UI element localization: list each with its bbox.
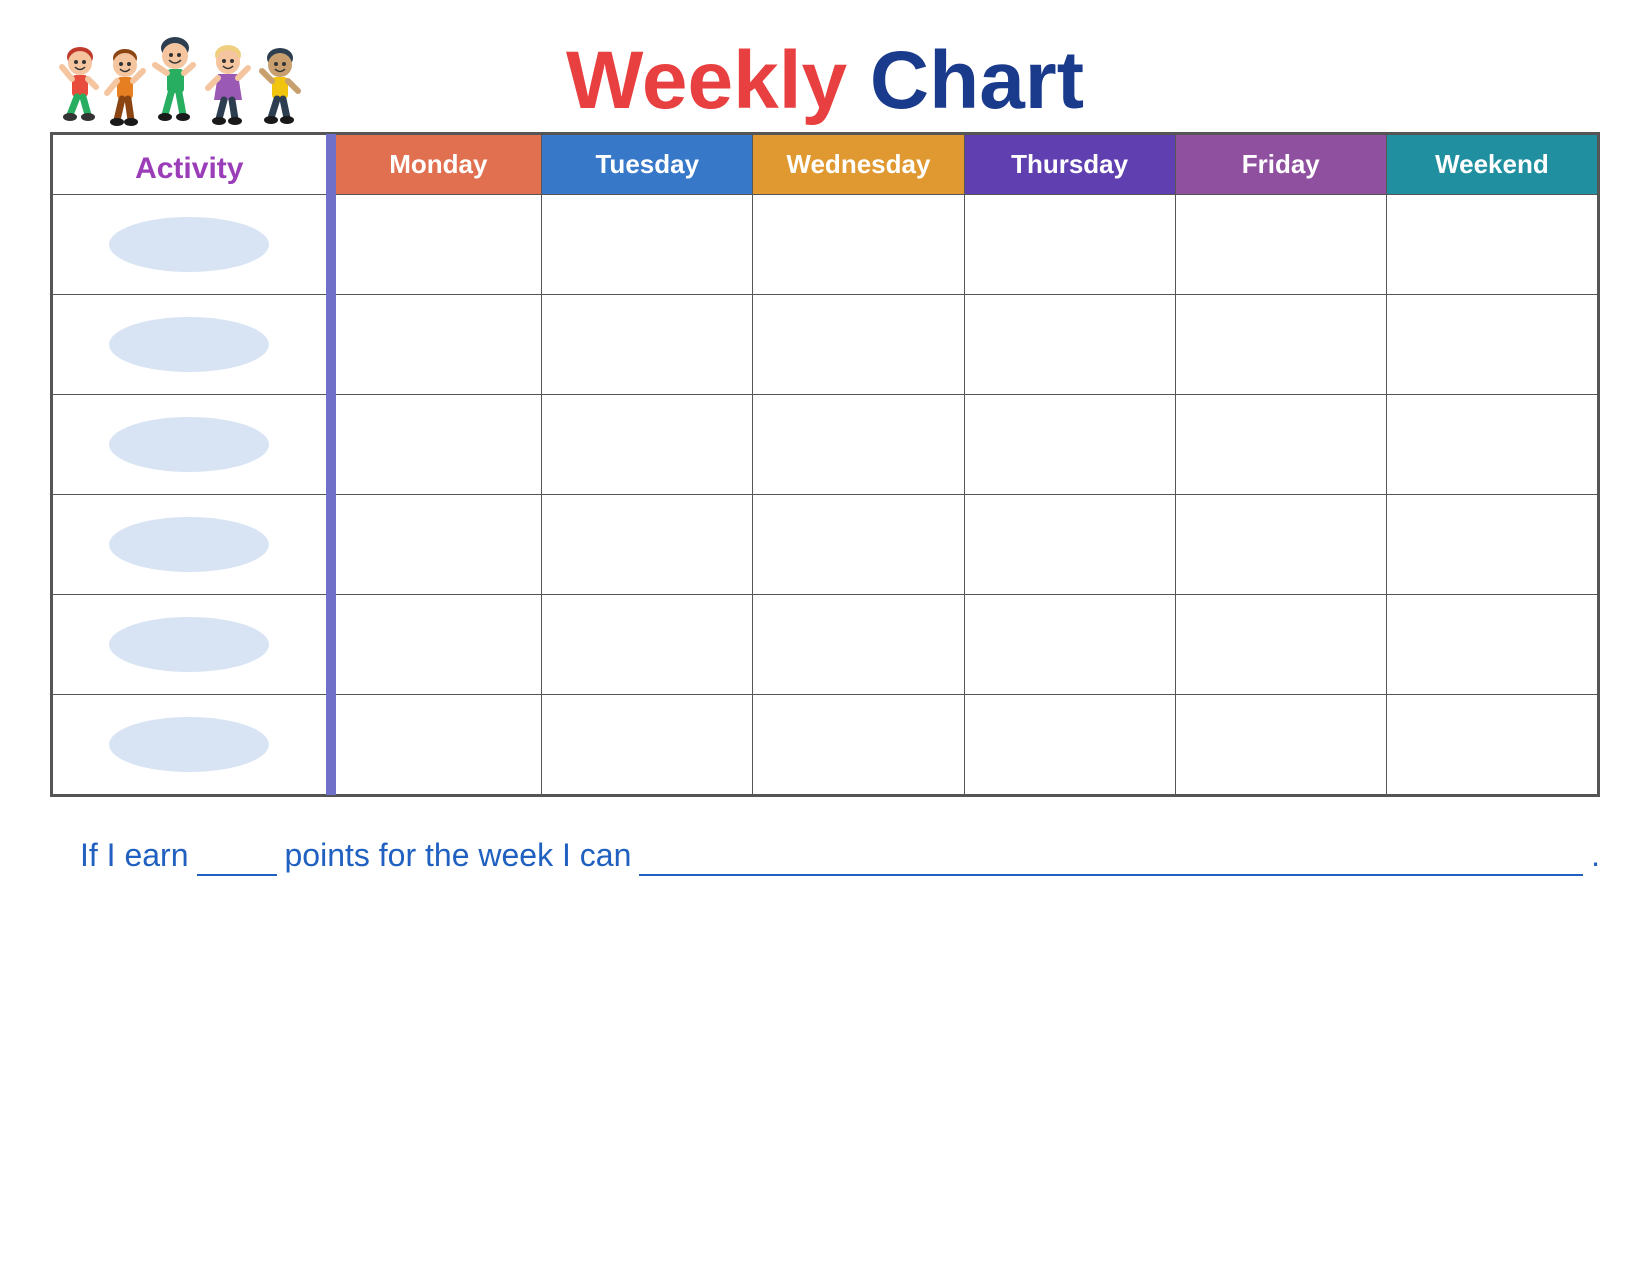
activity-cell xyxy=(53,595,331,695)
activity-cell xyxy=(53,295,331,395)
wednesday-header: Wednesday xyxy=(753,135,964,195)
activity-cell xyxy=(53,395,331,495)
day-cell xyxy=(1175,395,1386,495)
weekend-header: Weekend xyxy=(1386,135,1597,195)
activity-oval xyxy=(109,417,269,472)
activity-oval xyxy=(109,517,269,572)
activity-cell xyxy=(53,195,331,295)
table-row xyxy=(53,495,1598,595)
day-cell xyxy=(964,595,1175,695)
monday-header: Monday xyxy=(331,135,542,195)
footer-text1: If I earn xyxy=(80,837,189,874)
table-row xyxy=(53,395,1598,495)
chart-body xyxy=(53,195,1598,795)
day-cell xyxy=(331,695,542,795)
day-cell xyxy=(542,595,753,695)
footer-section: If I earn points for the week I can . xyxy=(50,837,1600,876)
footer-reward-blank xyxy=(639,837,1583,876)
day-cell xyxy=(753,295,964,395)
day-cell xyxy=(753,495,964,595)
table-row xyxy=(53,595,1598,695)
day-cell xyxy=(964,495,1175,595)
day-cell xyxy=(331,295,542,395)
thursday-header: Thursday xyxy=(964,135,1175,195)
footer-points-blank xyxy=(197,837,277,876)
day-cell xyxy=(964,295,1175,395)
day-cell xyxy=(1386,695,1597,795)
footer-period: . xyxy=(1591,837,1600,874)
day-cell xyxy=(542,395,753,495)
day-cell xyxy=(1175,295,1386,395)
day-cell xyxy=(331,595,542,695)
day-cell xyxy=(331,395,542,495)
activity-cell xyxy=(53,695,331,795)
activity-oval xyxy=(109,717,269,772)
activity-cell xyxy=(53,495,331,595)
day-cell xyxy=(331,495,542,595)
day-cell xyxy=(964,695,1175,795)
footer-text2: points for the week I can xyxy=(285,837,632,874)
day-cell xyxy=(1175,595,1386,695)
day-cell xyxy=(964,195,1175,295)
day-cell xyxy=(1386,495,1597,595)
day-cell xyxy=(542,695,753,795)
day-cell xyxy=(542,495,753,595)
day-cell xyxy=(331,195,542,295)
header-row: Activity Monday Tuesday Wednesday Thursd… xyxy=(53,135,1598,195)
day-cell xyxy=(753,195,964,295)
activity-oval xyxy=(109,317,269,372)
day-cell xyxy=(753,595,964,695)
day-cell xyxy=(1175,495,1386,595)
day-cell xyxy=(964,395,1175,495)
title-area: Weekly Chart xyxy=(50,30,1600,122)
table-row xyxy=(53,295,1598,395)
activity-oval xyxy=(109,617,269,672)
friday-header: Friday xyxy=(1175,135,1386,195)
day-cell xyxy=(542,295,753,395)
tuesday-header: Tuesday xyxy=(542,135,753,195)
day-cell xyxy=(1175,695,1386,795)
title-chart: Chart xyxy=(870,35,1084,126)
table-row xyxy=(53,195,1598,295)
title-weekly: Weekly xyxy=(566,35,847,126)
table-row xyxy=(53,695,1598,795)
weekly-chart: Activity Monday Tuesday Wednesday Thursd… xyxy=(50,132,1600,797)
day-cell xyxy=(1386,395,1597,495)
day-cell xyxy=(753,395,964,495)
activity-label: Activity xyxy=(135,152,243,185)
day-cell xyxy=(542,195,753,295)
day-cell xyxy=(753,695,964,795)
day-cell xyxy=(1386,595,1597,695)
chart-table: Activity Monday Tuesday Wednesday Thursd… xyxy=(52,134,1598,795)
activity-oval xyxy=(109,217,269,272)
day-cell xyxy=(1175,195,1386,295)
day-cell xyxy=(1386,295,1597,395)
activity-header: Activity xyxy=(53,135,331,195)
day-cell xyxy=(1386,195,1597,295)
page-title: Weekly Chart xyxy=(566,40,1084,122)
